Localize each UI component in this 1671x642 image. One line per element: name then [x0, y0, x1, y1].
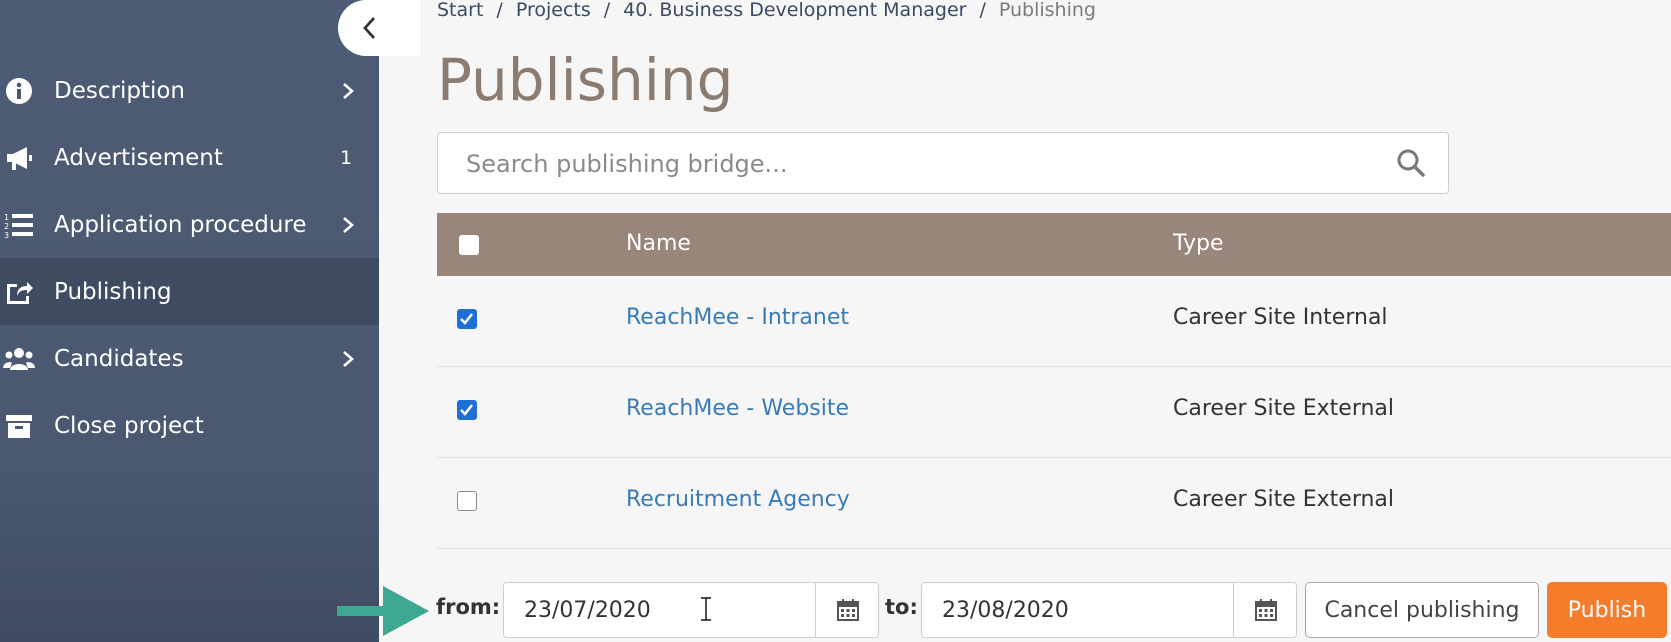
search-box — [437, 132, 1449, 195]
sidebar-item-label: Advertisement — [54, 144, 223, 171]
table-header: Name Type — [437, 213, 1671, 276]
checkmark-icon — [460, 313, 473, 325]
to-date-field[interactable]: 23/08/2020 — [921, 582, 1297, 638]
bridge-name-link[interactable]: Recruitment Agency — [626, 487, 850, 512]
count-badge: 1 — [340, 146, 353, 169]
to-calendar-button[interactable] — [1233, 583, 1296, 637]
chevron-right-icon — [343, 82, 354, 99]
from-label: from: — [436, 595, 501, 619]
bridge-name-link[interactable]: ReachMee - Website — [626, 396, 849, 421]
sidebar-item-label: Candidates — [54, 345, 184, 372]
breadcrumb-separator: / — [979, 0, 986, 21]
sidebar-item-label: Application procedure — [54, 211, 307, 238]
bridge-name-link[interactable]: ReachMee - Intranet — [626, 305, 849, 330]
from-date-field[interactable]: 23/07/2020 — [503, 582, 879, 638]
select-all-checkbox[interactable] — [459, 235, 479, 255]
search-icon[interactable] — [1396, 148, 1426, 178]
text-cursor-icon — [701, 597, 711, 621]
breadcrumb-current: Publishing — [998, 0, 1096, 21]
table-row: ReachMee - Intranet Career Site Internal — [437, 276, 1671, 367]
breadcrumb: Start / Projects / 40. Business Developm… — [437, 0, 1096, 20]
breadcrumb-projects[interactable]: Projects — [516, 0, 591, 20]
sidebar-item-close-project[interactable]: Close project — [0, 392, 379, 459]
users-icon — [3, 347, 35, 370]
column-header-name[interactable]: Name — [626, 231, 691, 256]
to-label: to: — [885, 595, 918, 619]
breadcrumb-project[interactable]: 40. Business Development Manager — [623, 0, 966, 20]
sidebar: Description Advertisement 1 1 2 3 Applic… — [0, 0, 379, 642]
sidebar-item-candidates[interactable]: Candidates — [0, 325, 379, 392]
table-row: ReachMee - Website Career Site External — [437, 367, 1671, 458]
page-title: Publishing — [437, 46, 734, 114]
breadcrumb-start[interactable]: Start — [437, 0, 483, 20]
bridge-type: Career Site Internal — [1173, 305, 1388, 330]
table-row: Recruitment Agency Career Site External — [437, 458, 1671, 549]
column-header-type[interactable]: Type — [1173, 231, 1224, 256]
sidebar-item-application-procedure[interactable]: 1 2 3 Application procedure — [0, 191, 379, 258]
cancel-publishing-button[interactable]: Cancel publishing — [1305, 582, 1539, 638]
bridge-type: Career Site External — [1173, 487, 1395, 512]
publishing-table: Name Type ReachMee - Intranet Career Sit… — [437, 213, 1671, 549]
svg-text:1: 1 — [4, 213, 9, 222]
archive-box-icon — [6, 414, 32, 438]
sidebar-menu: Description Advertisement 1 1 2 3 Applic… — [0, 57, 379, 459]
chevron-left-icon — [363, 17, 376, 39]
breadcrumb-separator: / — [603, 0, 611, 21]
publish-button[interactable]: Publish — [1547, 582, 1667, 638]
svg-text:3: 3 — [4, 231, 9, 240]
sidebar-item-description[interactable]: Description — [0, 57, 379, 124]
chevron-right-icon — [343, 350, 354, 367]
megaphone-icon — [7, 146, 32, 170]
row-checkbox[interactable] — [457, 309, 477, 329]
bridge-type: Career Site External — [1173, 396, 1395, 421]
sidebar-item-label: Publishing — [54, 278, 172, 305]
calendar-icon — [837, 599, 859, 621]
sidebar-collapse-button[interactable] — [338, 0, 420, 56]
from-calendar-button[interactable] — [815, 583, 878, 637]
ordered-list-icon: 1 2 3 — [4, 213, 33, 240]
breadcrumb-separator: / — [496, 0, 503, 21]
chevron-right-icon — [343, 216, 354, 233]
sidebar-item-publishing[interactable]: Publishing — [0, 258, 379, 325]
info-circle-icon — [6, 77, 32, 104]
search-input[interactable] — [464, 133, 1348, 195]
calendar-icon — [1255, 599, 1277, 621]
sidebar-item-label: Description — [54, 77, 185, 104]
row-checkbox[interactable] — [457, 400, 477, 420]
sidebar-item-advertisement[interactable]: Advertisement 1 — [0, 124, 379, 191]
from-date-value[interactable]: 23/07/2020 — [524, 598, 651, 623]
share-square-icon — [7, 281, 33, 304]
svg-text:2: 2 — [4, 222, 9, 231]
arrow-right-icon — [337, 586, 429, 636]
checkmark-icon — [460, 404, 473, 416]
to-date-value[interactable]: 23/08/2020 — [942, 598, 1069, 623]
sidebar-item-label: Close project — [54, 412, 204, 439]
row-checkbox[interactable] — [457, 491, 477, 511]
